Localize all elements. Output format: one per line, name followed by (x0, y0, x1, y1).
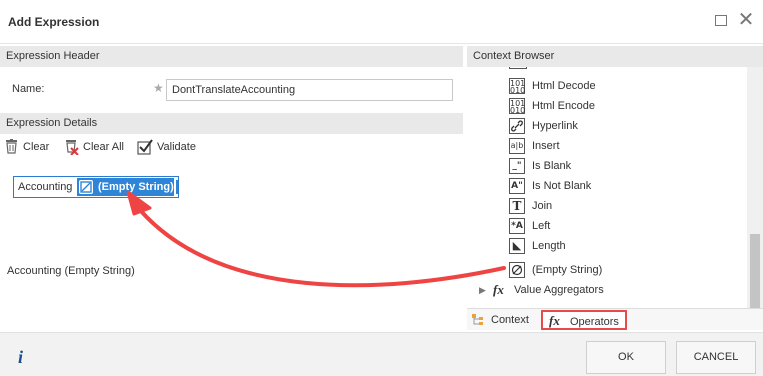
context-tree-icon (472, 314, 483, 325)
tree-item-label: Html Encode (532, 100, 595, 112)
function-icon: fx (493, 282, 504, 297)
tab-operators-label: Operators (570, 316, 619, 328)
tree-item-label: Is Blank (532, 160, 572, 172)
validate-check-icon (137, 139, 153, 155)
name-label: Name: (12, 83, 45, 95)
clear-all-icon (66, 140, 79, 155)
validate-label: Validate (157, 141, 196, 153)
join-icon: T (509, 198, 525, 214)
expression-details-title: Expression Details (0, 113, 463, 134)
tree-group-label: Value Aggregators (514, 284, 604, 296)
dialog-title: Add Expression (8, 15, 100, 29)
expression-header-title: Expression Header (0, 46, 463, 67)
expression-panel: Expression Header Name: ★ Expression Det… (0, 46, 463, 330)
clear-label: Clear (23, 141, 50, 153)
cancel-button[interactable]: CANCEL (676, 341, 756, 374)
title-bar: Add Expression ✕ (0, 0, 763, 44)
context-tree[interactable]: 101 010 Html Decode 101 010 Html Encode … (467, 67, 747, 308)
close-icon[interactable]: ✕ (737, 10, 755, 30)
text-caret (176, 180, 178, 194)
insert-icon: a|b (509, 138, 525, 154)
tree-item-label: Html Decode (532, 80, 596, 92)
empty-string-token[interactable]: (Empty String) (77, 178, 174, 196)
clear-all-label: Clear All (83, 141, 124, 153)
expression-preview: Accounting (Empty String) (7, 265, 135, 277)
clear-all-button[interactable]: Clear All (65, 138, 127, 156)
context-browser-tabs: Context fx Operators (467, 308, 763, 330)
expression-editor[interactable]: Accounting (Empty String) (13, 176, 179, 198)
maximize-icon[interactable] (712, 12, 730, 30)
dialog-footer: i OK CANCEL (0, 332, 763, 376)
link-icon (509, 118, 525, 134)
tree-item-label: Is Not Blank (532, 180, 592, 192)
length-icon: ◣ (509, 238, 525, 254)
operators-fx-icon: fx (549, 313, 560, 328)
ok-button[interactable]: OK (586, 341, 666, 374)
binary-icon: 101 010 (509, 98, 526, 115)
expression-toolbar: Clear Clear All Validate (0, 138, 463, 158)
tree-item-label: Length (532, 240, 566, 252)
partial-item-icon (509, 67, 527, 69)
binary-icon: 101 010 (509, 78, 526, 95)
validate-button[interactable]: Validate (137, 138, 201, 156)
context-browser-title: Context Browser (467, 46, 763, 67)
tab-context-label: Context (491, 314, 529, 326)
tab-operators[interactable]: fx Operators (541, 310, 627, 330)
name-input[interactable] (166, 79, 453, 101)
is-blank-icon: _" (509, 158, 525, 174)
context-browser-panel: Context Browser 101 010 Html Decode 101 … (467, 46, 763, 330)
empty-string-icon (509, 262, 525, 278)
trash-icon (6, 139, 17, 154)
expand-arrow-icon: ▶ (479, 285, 486, 295)
scrollbar-thumb[interactable] (750, 234, 760, 308)
tree-item-label: Insert (532, 140, 560, 152)
scrollbar[interactable] (747, 67, 763, 308)
expression-text: Accounting (18, 181, 73, 193)
tree-item-label: Join (532, 200, 553, 212)
info-icon[interactable]: i (18, 347, 23, 368)
required-star-icon: ★ (153, 81, 164, 95)
empty-string-chip-label: (Empty String) (98, 181, 174, 193)
is-not-blank-icon: A" (509, 178, 525, 194)
tree-item-label: (Empty String) (532, 264, 603, 276)
empty-string-icon (79, 180, 93, 194)
tab-context[interactable]: Context (471, 310, 537, 330)
clear-button[interactable]: Clear (5, 138, 53, 156)
tree-item-label: Hyperlink (532, 120, 578, 132)
tree-item-label: Left (532, 220, 551, 232)
left-icon: *A (509, 218, 525, 234)
